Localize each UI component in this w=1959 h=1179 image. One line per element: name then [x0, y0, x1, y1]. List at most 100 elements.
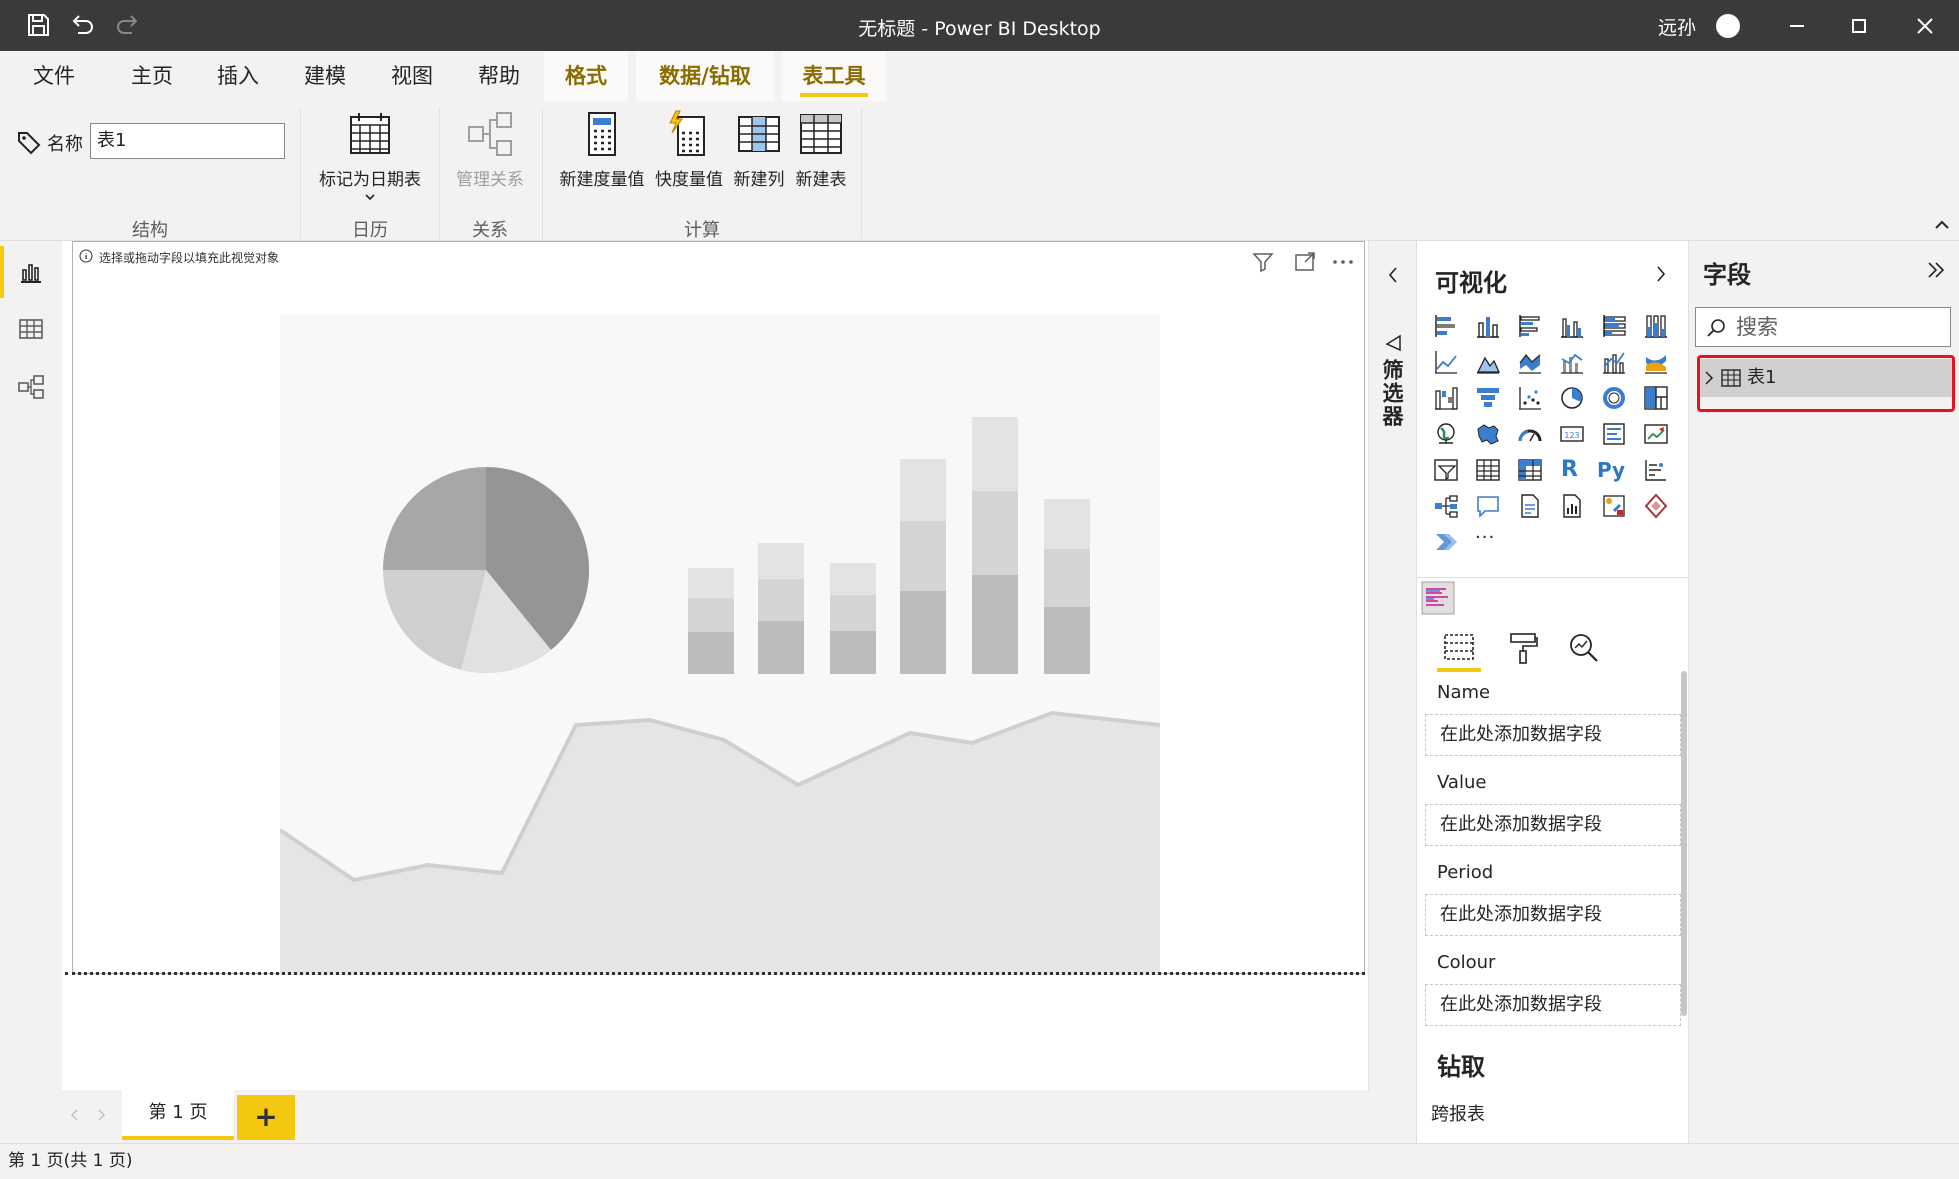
quick-measure-icon — [669, 110, 705, 156]
maximize-icon[interactable] — [1846, 13, 1872, 39]
double-chevron-right-icon[interactable] — [1925, 259, 1947, 281]
new-table-label: 新建表 — [795, 170, 847, 190]
more-visuals-icon[interactable]: ··· — [1475, 529, 1501, 555]
quick-measure-button[interactable]: 快度量值 — [652, 109, 726, 190]
collapse-ribbon-icon[interactable] — [1934, 219, 1950, 231]
group-divider — [542, 109, 543, 239]
decomposition-tree-icon[interactable] — [1433, 493, 1459, 519]
well-value-dropzone[interactable]: 在此处添加数据字段 — [1425, 804, 1681, 846]
new-table-button[interactable]: 新建表 — [790, 109, 852, 190]
power-apps-icon[interactable] — [1601, 493, 1627, 519]
visual-hint: 选择或拖动字段以填充此视觉对象 — [99, 251, 280, 265]
add-page-button[interactable]: + — [237, 1095, 295, 1140]
line-chart-icon[interactable] — [1433, 349, 1459, 375]
custom-visual-icon[interactable] — [1421, 581, 1455, 615]
group-relationships-label: 关系 — [472, 220, 508, 241]
active-view-indicator — [0, 246, 4, 298]
smart-narrative-icon[interactable] — [1517, 493, 1543, 519]
r-visual-icon[interactable]: R — [1561, 457, 1587, 483]
gauge-icon[interactable] — [1517, 421, 1543, 447]
multi-row-card-icon[interactable] — [1601, 421, 1627, 447]
group-calendar-label: 日历 — [352, 220, 388, 241]
well-colour-dropzone[interactable]: 在此处添加数据字段 — [1425, 984, 1681, 1026]
avatar[interactable] — [1716, 14, 1740, 38]
page-tab[interactable]: 第 1 页 — [122, 1090, 234, 1140]
group-divider — [300, 109, 301, 239]
matrix-icon[interactable] — [1517, 457, 1543, 483]
tab-insert[interactable]: 插入 — [208, 51, 268, 101]
prev-page-icon[interactable] — [68, 1107, 82, 1123]
analytics-magnifier-icon[interactable] — [1567, 631, 1601, 665]
chevron-right-icon[interactable] — [1653, 263, 1669, 285]
map-icon[interactable] — [1433, 421, 1459, 447]
clustered-column-chart-icon[interactable] — [1559, 313, 1585, 339]
pie-chart-icon[interactable] — [1559, 385, 1585, 411]
chevron-left-icon[interactable] — [1385, 265, 1401, 285]
power-automate-flow-icon[interactable] — [1433, 529, 1459, 555]
mark-date-table-button[interactable]: 标记为日期表 — [310, 109, 430, 202]
kpi-icon[interactable] — [1643, 421, 1669, 447]
stacked-bar-chart-icon[interactable] — [1433, 313, 1459, 339]
100-stacked-column-chart-icon[interactable] — [1643, 313, 1669, 339]
format-paint-roller-icon[interactable] — [1507, 631, 1539, 665]
area-chart-icon[interactable] — [1475, 349, 1501, 375]
python-visual-icon[interactable]: Py — [1597, 457, 1631, 483]
report-view-icon[interactable] — [17, 258, 45, 286]
tab-format[interactable]: 格式 — [544, 51, 628, 101]
key-influencers-icon[interactable] — [1643, 457, 1669, 483]
funnel-icon[interactable] — [1475, 385, 1501, 411]
table-visual-icon[interactable] — [1475, 457, 1501, 483]
filter-icon[interactable] — [1251, 250, 1275, 274]
manage-relationships-button[interactable]: 管理关系 — [448, 109, 532, 190]
well-name-dropzone[interactable]: 在此处添加数据字段 — [1425, 714, 1681, 756]
line-and-clustered-column-icon[interactable] — [1601, 349, 1627, 375]
next-page-icon[interactable] — [94, 1107, 108, 1123]
donut-chart-icon[interactable] — [1601, 385, 1627, 411]
well-label-colour: Colour — [1437, 952, 1496, 973]
fields-title: 字段 — [1703, 261, 1751, 289]
new-column-icon — [738, 116, 780, 152]
focus-mode-icon[interactable] — [1293, 250, 1317, 274]
stacked-column-chart-icon[interactable] — [1475, 313, 1501, 339]
tab-view[interactable]: 视图 — [382, 51, 442, 101]
scatter-chart-icon[interactable] — [1517, 385, 1543, 411]
name-label: 名称 — [47, 134, 83, 155]
tab-file[interactable]: 文件 — [24, 51, 84, 101]
tab-help[interactable]: 帮助 — [469, 51, 529, 101]
more-options-icon[interactable] — [1331, 250, 1355, 274]
ribbon-chart-icon[interactable] — [1643, 349, 1669, 375]
power-automate-icon[interactable] — [1643, 493, 1669, 519]
data-view-icon[interactable] — [17, 315, 45, 343]
tab-table-tools[interactable]: 表工具 — [782, 51, 886, 101]
minimize-icon[interactable] — [1784, 13, 1810, 39]
paginated-report-icon[interactable] — [1559, 493, 1585, 519]
slicer-icon[interactable] — [1433, 457, 1459, 483]
fields-search-input[interactable]: 搜索 — [1695, 307, 1951, 347]
well-period-dropzone[interactable]: 在此处添加数据字段 — [1425, 894, 1681, 936]
canvas-boundary — [65, 972, 1365, 975]
line-and-stacked-column-icon[interactable] — [1559, 349, 1585, 375]
card-icon[interactable]: 123 — [1559, 421, 1585, 447]
relationships-icon — [468, 112, 512, 156]
model-view-icon[interactable] — [17, 373, 45, 401]
100-stacked-bar-chart-icon[interactable] — [1601, 313, 1627, 339]
table-name-input[interactable]: 表1 — [90, 123, 285, 159]
close-icon[interactable] — [1912, 13, 1938, 39]
new-measure-button[interactable]: 新建度量值 — [553, 109, 651, 190]
treemap-icon[interactable] — [1643, 385, 1669, 411]
stacked-area-chart-icon[interactable] — [1517, 349, 1543, 375]
tab-modeling[interactable]: 建模 — [295, 51, 355, 101]
filters-pane-collapsed[interactable]: 筛选器 — [1368, 241, 1416, 1090]
chevron-down-icon — [365, 194, 375, 201]
filled-map-icon[interactable] — [1475, 421, 1501, 447]
tab-home[interactable]: 主页 — [122, 51, 182, 101]
qa-icon[interactable] — [1475, 493, 1501, 519]
clustered-bar-chart-icon[interactable] — [1517, 313, 1543, 339]
fields-tab-icon[interactable] — [1441, 631, 1477, 665]
new-column-button[interactable]: 新建列 — [728, 109, 790, 190]
tab-data-drill[interactable]: 数据/钻取 — [636, 51, 774, 101]
waterfall-chart-icon[interactable] — [1433, 385, 1459, 411]
user-name[interactable]: 远孙 — [1658, 13, 1696, 40]
scrollbar[interactable] — [1681, 671, 1687, 1016]
manage-relationships-label: 管理关系 — [456, 170, 524, 190]
